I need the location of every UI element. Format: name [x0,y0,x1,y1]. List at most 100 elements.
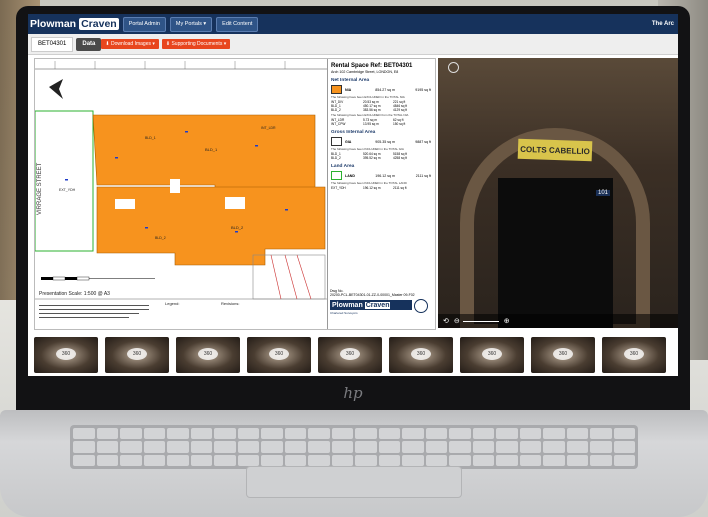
keyboard-key [167,441,189,453]
land-row: EXT_YDH 196.12 sq m 2111 sq ft [331,186,407,190]
nia-note: The following have been EXCLUDED in the … [331,95,405,99]
keyboard-key [237,428,259,440]
plowman-craven-logo: Plowman Craven [330,300,412,310]
panorama-thumbnail[interactable]: 360 [602,337,666,373]
keyboard-key [566,441,588,453]
keyboard-key [143,441,165,453]
zoom-out-icon[interactable]: ⊖ [454,317,460,325]
gia-heading: Gross Internal Area [331,130,376,135]
panorama-thumbnail[interactable]: 360 [105,337,169,373]
floor-plan-drawing: VIRRAGE STREET BLD_1 BLD_2 INT_LDR EXT_Y… [35,59,327,329]
keyboard-key [120,454,142,466]
tab-data[interactable]: Data [76,37,102,51]
trackpad[interactable] [246,466,462,498]
zoom-in-icon[interactable]: ⊕ [504,317,510,325]
keyboard [70,425,638,469]
nia-heading: Net Internal Area [331,78,370,83]
keyboard-key [96,441,118,453]
keyboard-key [378,428,400,440]
keyboard-key [566,454,588,466]
keyboard-key [308,428,330,440]
keyboard-key [472,454,494,466]
download-images-button[interactable]: ⬇ Download Images ▾ [101,39,159,49]
panorama-thumbnail[interactable]: 360 [34,337,98,373]
360-badge: 360 [198,348,218,360]
gia-swatch [331,137,342,146]
keyboard-key [120,441,142,453]
zoom-slider[interactable] [462,320,499,322]
compass-icon[interactable] [448,62,459,73]
panorama-thumbnail[interactable]: 360 [389,337,453,373]
keyboard-key [613,454,635,466]
drawing-number: Dwg No. 20200-PCL-BET04301-01-ZZ-0-00001… [330,289,415,297]
screen: Plowman Craven Portal Admin My Portals ▾… [28,14,678,376]
keyboard-key [73,441,95,453]
rental-space-title: Rental Space Ref: BET04301 [331,63,413,69]
brand-text-1: Plowman [30,18,77,30]
keyboard-key [590,428,612,440]
shop-sign: COLTS CABELLIO [517,138,593,162]
plan-label-bld2: BLD_2 [231,225,244,230]
keyboard-key [402,428,424,440]
header-title: The Arc [651,21,674,27]
keyboard-key [120,428,142,440]
tab-ref[interactable]: BET04301 [31,36,74,52]
keyboard-key [214,454,236,466]
door-number: 101 [596,190,611,196]
thumbnail-strip: 360 360 360 360 360 360 360 360 360 [28,334,678,376]
edit-content-button[interactable]: Edit Content [216,16,259,32]
keyboard-key [378,441,400,453]
panorama-thumbnail[interactable]: 360 [176,337,240,373]
gia-note: The following have been INCLUDED in the … [331,147,404,151]
brand-logo[interactable]: Plowman Craven [30,18,119,30]
keyboard-key [519,441,541,453]
panorama-thumbnail[interactable]: 360 [460,337,524,373]
address-text: Arch 102 Cambridge Street, LONDON, E8 [331,70,399,74]
keyboard-key [613,428,635,440]
keyboard-key [378,454,400,466]
keyboard-key [331,428,353,440]
keyboard-key [402,454,424,466]
keyboard-key [543,441,565,453]
keyboard-key [355,428,377,440]
360-badge: 360 [553,348,573,360]
panorama-thumbnail[interactable]: 360 [531,337,595,373]
revisions-label: Revisions: [221,301,239,306]
floor-plan-viewer[interactable]: VIRRAGE STREET BLD_1 BLD_2 INT_LDR EXT_Y… [34,58,436,330]
keyboard-key [519,454,541,466]
keyboard-key [472,441,494,453]
360-badge: 360 [482,348,502,360]
land-swatch [331,171,342,180]
keyboard-key [190,428,212,440]
keyboard-key [449,441,471,453]
supporting-documents-button[interactable]: ⬇ Supporting Documents ▾ [161,39,231,49]
bld1-area [92,114,316,190]
keyboard-key [355,441,377,453]
arch-tunnel [498,178,613,328]
nia-row: INT_CPW 13.95 sq m 150 sq ft [331,122,406,126]
panorama-viewer[interactable]: COLTS CABELLIO 101 ⟲ ⊖ ⊕ [438,58,678,328]
panorama-thumbnail[interactable]: 360 [318,337,382,373]
keyboard-key [590,441,612,453]
keyboard-key [402,441,424,453]
land-note: The following have been INCLUDED in the … [331,181,407,185]
keyboard-key [472,428,494,440]
keyboard-key [284,454,306,466]
360-badge: 360 [56,348,76,360]
rics-seal-icon [414,299,428,313]
keyboard-key [425,428,447,440]
keyboard-key [261,441,283,453]
plan-label-extydh: EXT_YDH [59,188,76,192]
360-badge: 360 [624,348,644,360]
rotate-icon[interactable]: ⟲ [443,317,449,325]
plan-label-bld2b: BLD_2 [155,236,166,240]
360-badge: 360 [340,348,360,360]
keyboard-key [96,454,118,466]
keyboard-key [449,428,471,440]
portal-admin-button[interactable]: Portal Admin [122,16,166,32]
keyboard-key [261,454,283,466]
panorama-thumbnail[interactable]: 360 [247,337,311,373]
keyboard-key [331,441,353,453]
my-portals-dropdown[interactable]: My Portals ▾ [169,16,213,32]
nia-total-row: NIA 854.27 sq m 9195 sq ft [331,85,433,94]
